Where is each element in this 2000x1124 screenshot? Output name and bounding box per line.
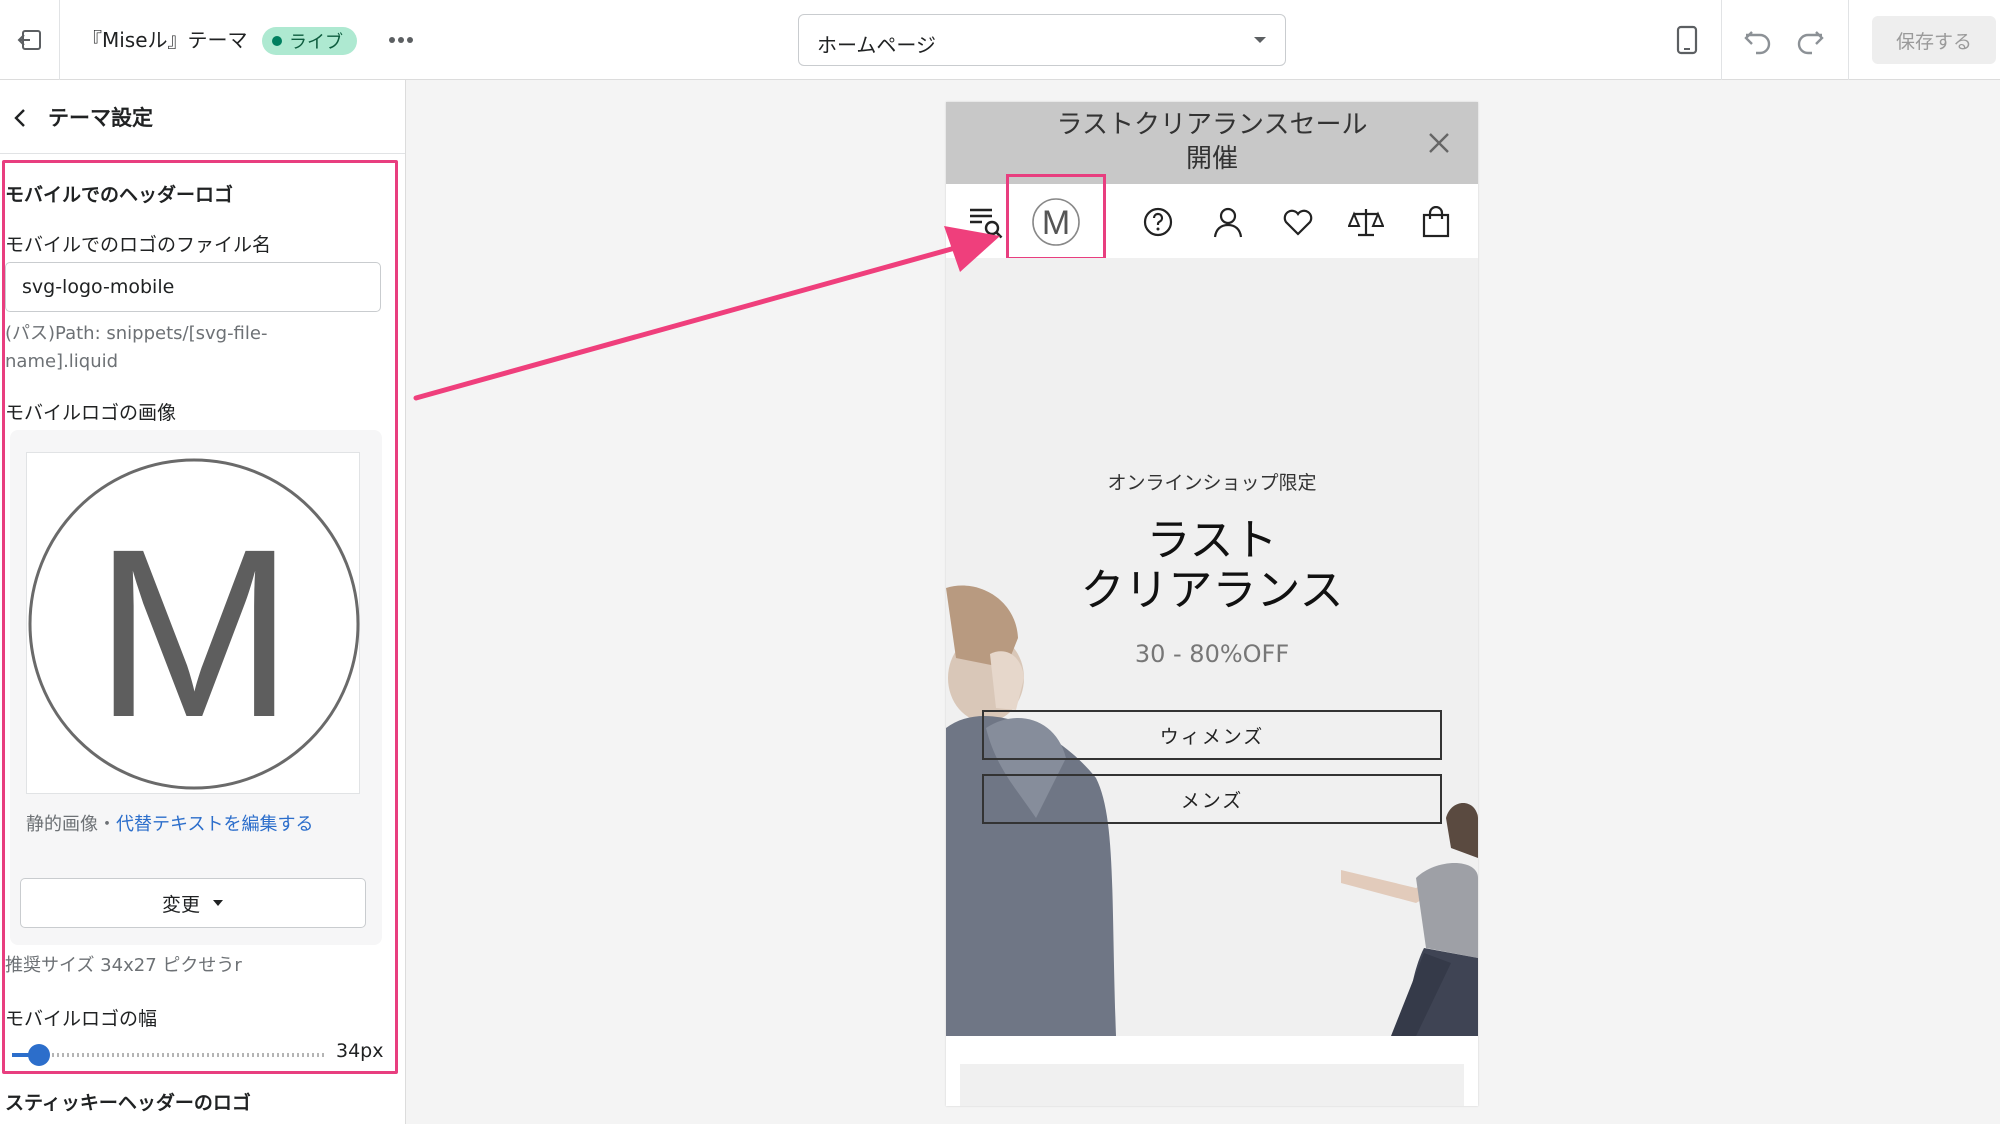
cart-bag-icon[interactable] (1418, 204, 1454, 240)
settings-sidebar: テーマ設定 モバイルでのヘッダーロゴ モバイルでのロゴのファイル名 svg-lo… (0, 80, 406, 1124)
redo-icon (1797, 31, 1824, 55)
width-label: モバイルロゴの幅 (5, 1008, 158, 1030)
more-actions-button[interactable] (386, 26, 416, 54)
width-slider[interactable] (12, 1044, 326, 1066)
logo-circle-m-image: M (28, 458, 360, 790)
slider-track (12, 1053, 326, 1057)
caret-down-icon (213, 900, 223, 906)
announcement-bar: ラストクリアランスセール 開催 (946, 102, 1478, 184)
mens-button[interactable]: メンズ (982, 774, 1442, 824)
exit-editor-button[interactable] (0, 0, 60, 80)
announcement-line-2: 開催 (1185, 144, 1238, 174)
menu-search-icon[interactable] (968, 204, 1004, 240)
edit-alt-text-link[interactable]: 代替テキストを編集する (116, 814, 313, 835)
hero-title-line-1: ラスト (1146, 515, 1278, 566)
meta-separator: ・ (98, 814, 116, 835)
logo-image-preview[interactable]: M (26, 452, 360, 794)
image-meta: 静的画像・代替テキストを編集する (26, 810, 313, 836)
change-image-button[interactable]: 変更 (20, 878, 366, 928)
announcement-line-1: ラストクリアランスセール (1056, 110, 1368, 140)
section-title-sticky-logo: スティッキーヘッダーのロゴ (5, 1092, 251, 1114)
next-section-placeholder (960, 1064, 1464, 1106)
mobile-preview-frame: ラストクリアランスセール 開催 M オンラインショップ限定 ラスト クリアランス… (946, 102, 1478, 1106)
filename-label: モバイルでのロゴのファイル名 (5, 234, 272, 256)
live-status-badge: ライブ (262, 27, 357, 55)
image-label: モバイルロゴの画像 (5, 402, 177, 424)
hero-title: ラスト クリアランス (946, 516, 1478, 616)
help-icon[interactable] (1140, 204, 1176, 240)
live-dot-icon (272, 36, 282, 46)
slider-thumb[interactable] (28, 1044, 50, 1066)
save-button[interactable]: 保存する (1872, 16, 1996, 64)
womens-button[interactable]: ウィメンズ (982, 710, 1442, 760)
change-button-label: 変更 (161, 893, 200, 916)
live-badge-label: ライブ (289, 32, 343, 53)
sidebar-title: テーマ設定 (48, 106, 153, 130)
hero-subtitle: オンラインショップ限定 (1107, 472, 1317, 494)
ellipsis-icon (389, 37, 413, 43)
exit-icon (17, 30, 41, 50)
compare-scale-icon[interactable] (1348, 204, 1384, 240)
announcement-text: ラストクリアランスセール 開催 (1026, 108, 1398, 176)
topbar-divider (1848, 0, 1849, 80)
image-picker-card: M 静的画像・代替テキストを編集する 変更 (10, 430, 382, 945)
page-selector[interactable]: ホームページ (798, 14, 1286, 66)
hero-title-line-2: クリアランス (1080, 565, 1344, 616)
redo-button[interactable] (1790, 24, 1830, 58)
editor-topbar: 『Miseル』テーマ ライブ ホームページ 保存する (0, 0, 2000, 80)
undo-button[interactable] (1738, 24, 1778, 58)
image-type-text: 静的画像 (26, 814, 98, 835)
page-selector-value: ホームページ (817, 33, 936, 57)
mobile-device-icon (1676, 25, 1697, 55)
logo-annotation-highlight (1006, 174, 1106, 260)
chevron-left-icon (14, 109, 25, 127)
close-icon[interactable] (1426, 130, 1452, 156)
logo-letter: M (94, 499, 294, 767)
undo-icon (1744, 31, 1771, 55)
recommended-size-text: 推奨サイズ 34x27 ピクせうr (5, 955, 242, 976)
filename-input[interactable]: svg-logo-mobile (5, 262, 381, 312)
sidebar-header: テーマ設定 (0, 80, 405, 154)
account-icon[interactable] (1210, 204, 1246, 240)
width-value: 34px (336, 1040, 384, 1062)
heart-icon[interactable] (1280, 204, 1316, 240)
theme-name: 『Miseル』テーマ (82, 28, 248, 52)
hero-discount: 30 - 80%OFF (1134, 640, 1290, 668)
filename-help-text: (パス)Path: snippets/[svg-file-name].liqui… (5, 323, 268, 372)
section-title-mobile-logo: モバイルでのヘッダーロゴ (5, 184, 234, 206)
back-button[interactable] (10, 106, 30, 130)
hero-banner: オンラインショップ限定 ラスト クリアランス 30 - 80%OFF ウィメンズ… (946, 258, 1478, 1036)
device-preview-button[interactable] (1652, 0, 1722, 80)
caret-down-icon (1254, 37, 1266, 43)
